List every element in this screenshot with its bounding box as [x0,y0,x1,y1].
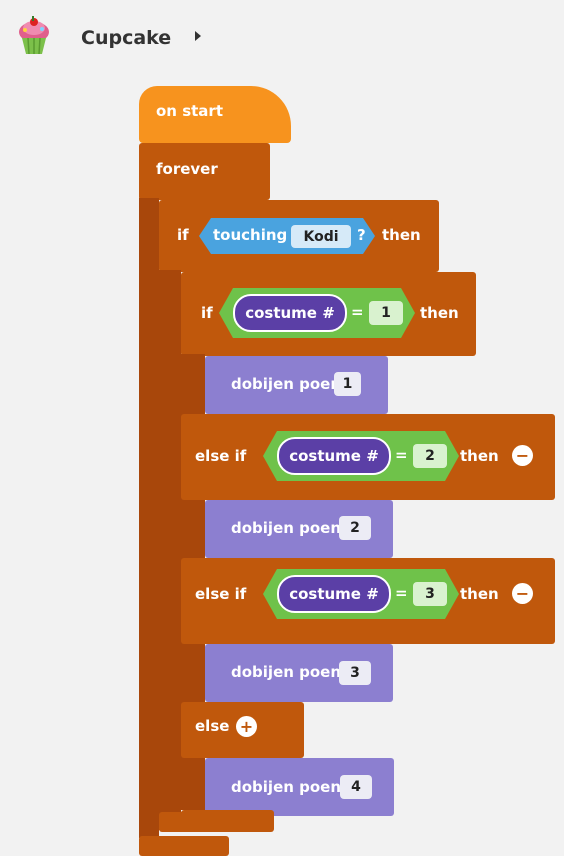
else-label: else [195,717,230,735]
dobijen-poen-value-2[interactable]: 2 [339,516,371,540]
forever-block[interactable]: forever [139,143,270,200]
dobijen-poen-block-1[interactable]: dobijen poen 1 [205,356,388,414]
else-if-label-1: else if [195,447,247,465]
costume-value-2[interactable]: 2 [413,444,447,468]
forever-bottom [139,836,229,856]
forever-label: forever [156,160,218,178]
else-if-label-2: else if [195,585,247,603]
else-block[interactable]: else + [181,702,304,758]
dobijen-poen-block-3[interactable]: dobijen poen 3 [205,644,393,702]
dobijen-poen-label-4: dobijen poen [231,778,342,796]
else-if-block-2[interactable]: else if costume # = 3 then − [181,558,555,644]
dobijen-poen-label-1: dobijen poen [231,375,342,393]
forever-arm [139,198,159,838]
else-if-then-label-1: then [460,447,499,465]
sprite-header[interactable]: Cupcake [14,16,214,56]
minus-icon[interactable]: − [512,445,533,466]
dobijen-poen-block-4[interactable]: dobijen poen 4 [205,758,394,816]
dobijen-poen-value-3[interactable]: 3 [339,661,371,685]
dobijen-poen-block-2[interactable]: dobijen poen 2 [205,500,393,558]
on-start-block[interactable]: on start [139,86,291,143]
cupcake-icon [19,16,49,55]
if-label: if [177,226,189,244]
sprite-dropdown[interactable]: Kodi [291,225,351,248]
equals-operator-2: = [395,446,408,464]
equals-operator-3: = [395,584,408,602]
dobijen-poen-label-2: dobijen poen [231,519,342,537]
question-mark: ? [357,226,366,244]
touching-label: touching [213,226,288,244]
costume-value-3[interactable]: 3 [413,582,447,606]
inner-if-label: if [201,304,213,322]
equals-condition-2[interactable]: costume # = 2 [263,431,459,481]
costume-value-1[interactable]: 1 [369,301,403,325]
on-start-label: on start [156,102,223,120]
caret-right-icon[interactable] [193,29,203,43]
if-costume-block[interactable]: if costume # = 1 then [181,272,476,356]
minus-icon[interactable]: − [512,583,533,604]
dobijen-poen-value-1[interactable]: 1 [334,372,361,396]
outer-if-arm [159,270,181,830]
dobijen-poen-value-4[interactable]: 4 [340,775,372,799]
plus-icon[interactable]: + [236,716,257,737]
then-label: then [382,226,421,244]
touching-condition[interactable]: touching Kodi ? [199,218,375,254]
equals-condition-3[interactable]: costume # = 3 [263,569,459,619]
sprite-name: Cupcake [81,27,172,49]
equals-operator-1: = [351,303,364,321]
dobijen-poen-label-3: dobijen poen [231,663,342,681]
inner-then-label: then [420,304,459,322]
costume-reporter-1[interactable]: costume # [233,294,347,332]
else-if-block-1[interactable]: else if costume # = 2 then − [181,414,555,500]
inner-if-bottom [181,810,274,826]
else-if-then-label-2: then [460,585,499,603]
costume-reporter-3[interactable]: costume # [277,575,391,613]
equals-condition-1[interactable]: costume # = 1 [219,288,415,338]
costume-reporter-2[interactable]: costume # [277,437,391,475]
if-touching-block[interactable]: if touching Kodi ? then [159,200,439,272]
